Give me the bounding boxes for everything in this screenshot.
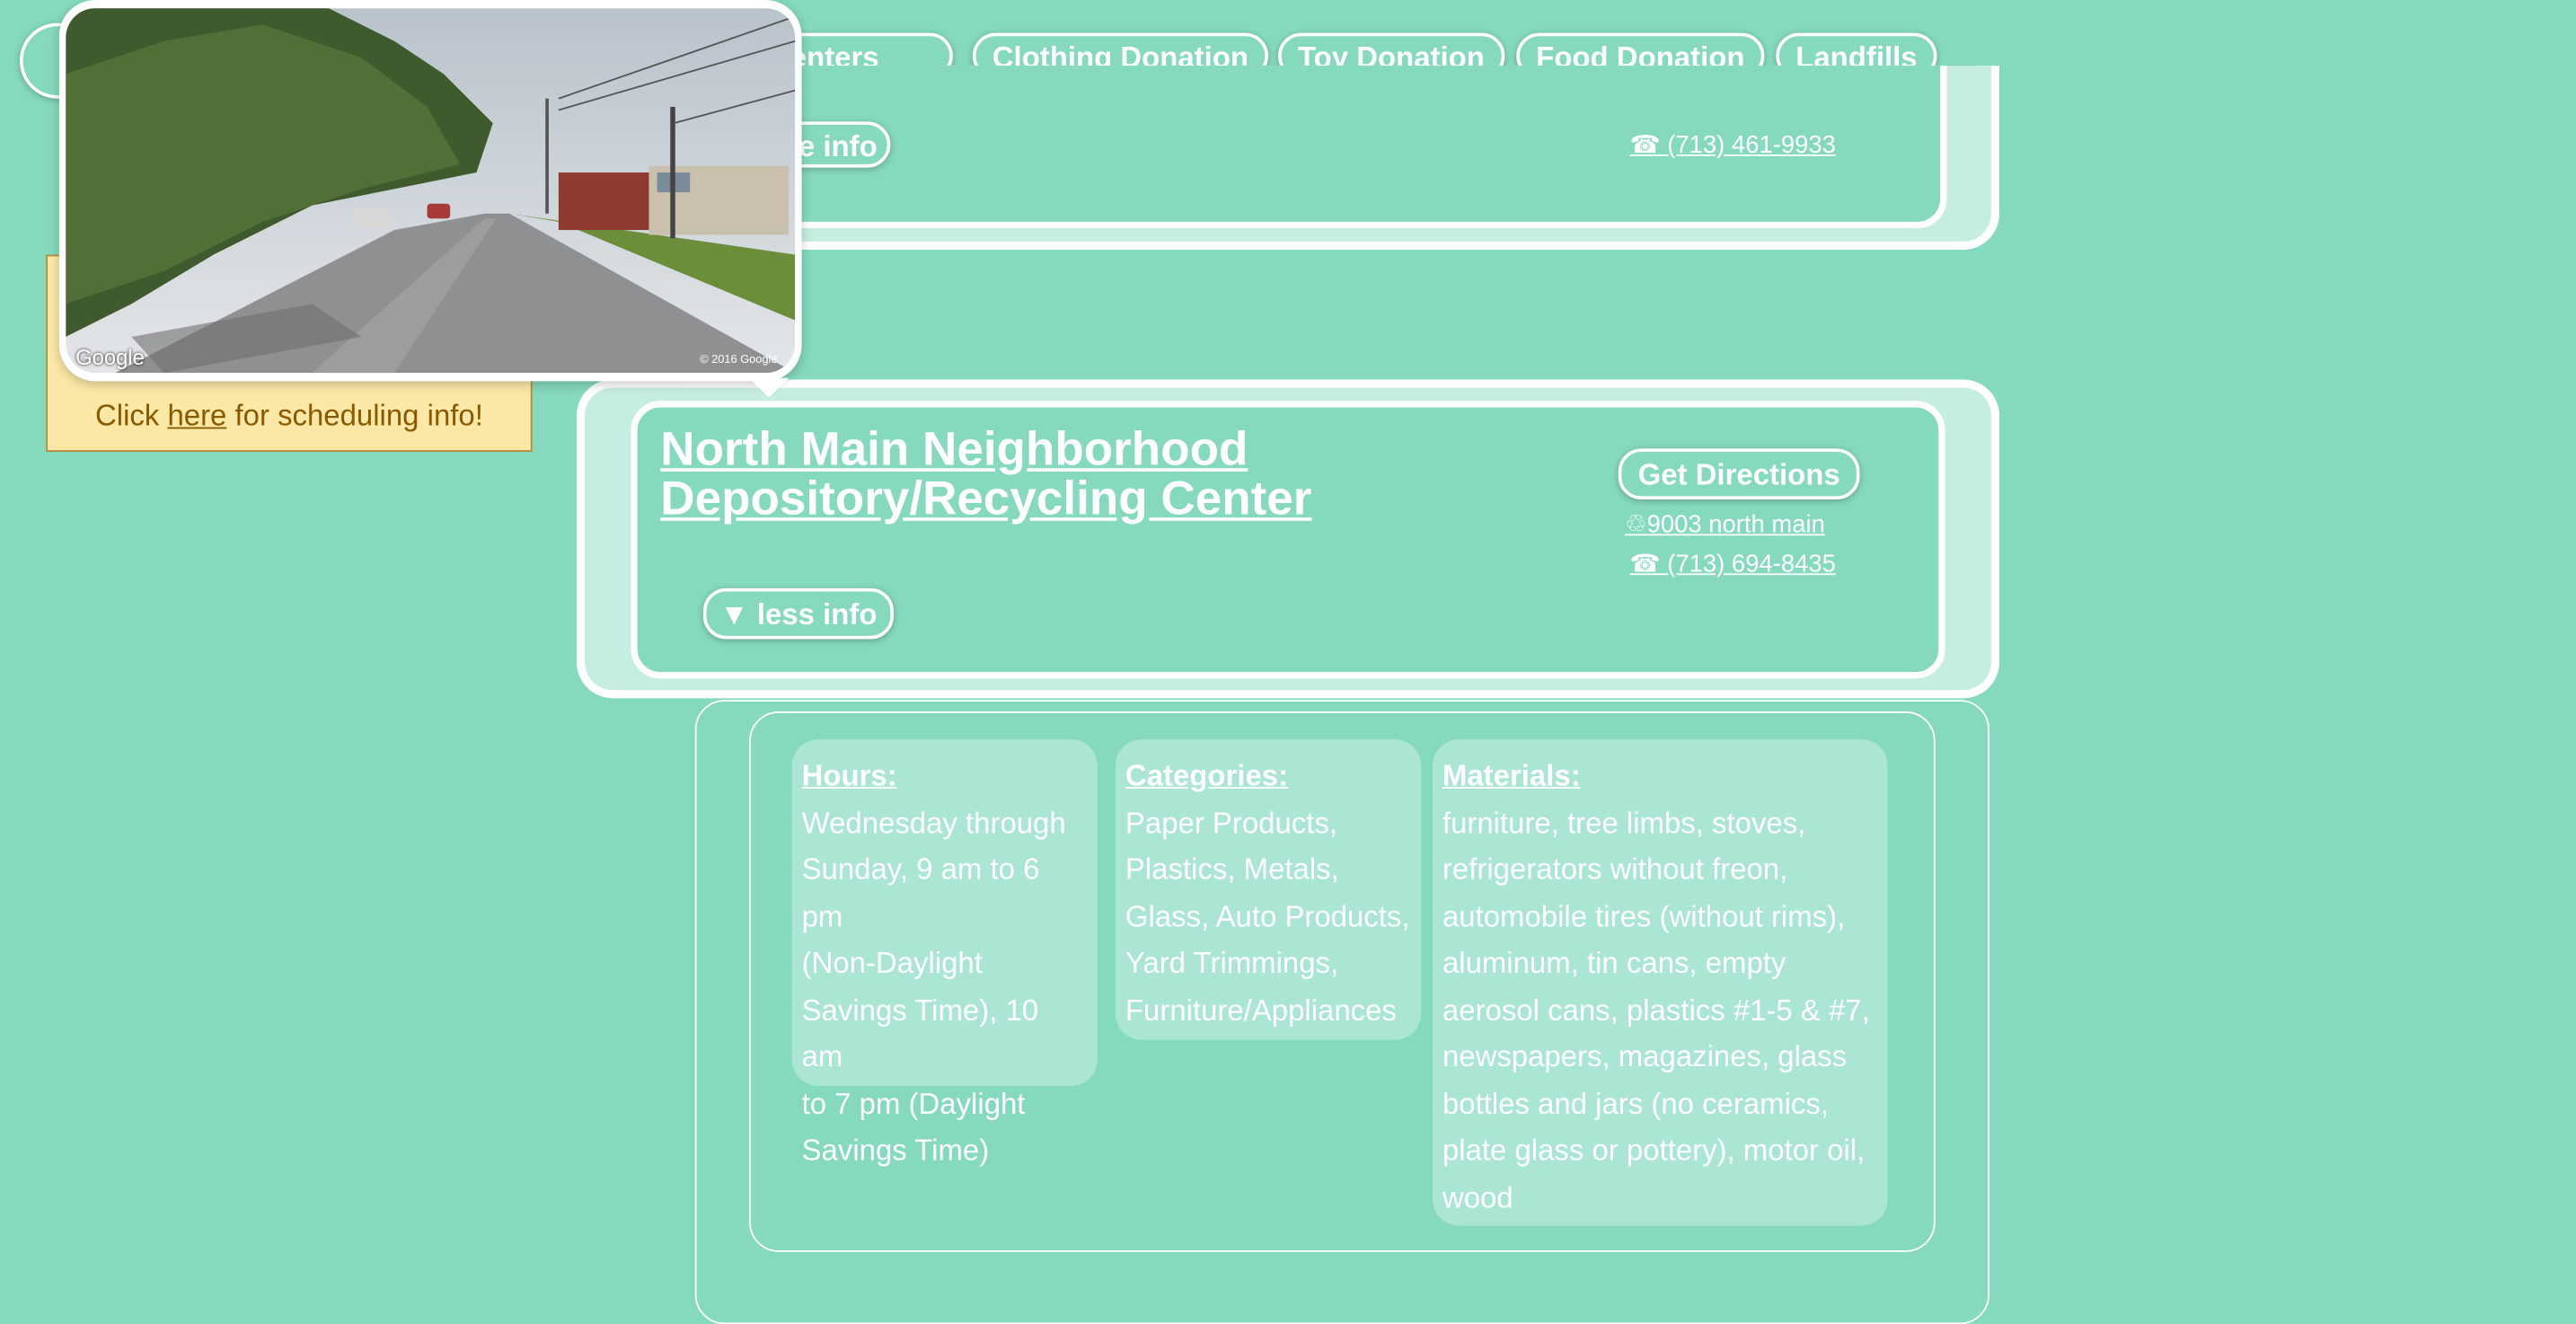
materials-line: plate glass or pottery), motor oil, [1442, 1134, 1866, 1167]
listing-title-line2: Depository/Recycling Center [660, 472, 1312, 526]
materials-box: Materials: furniture, tree limbs, stoves… [1432, 739, 1888, 1226]
categories-box: Categories: Paper Products, Plastics, Me… [1115, 739, 1422, 1040]
get-directions-button[interactable]: Get Directions [1618, 448, 1860, 500]
listing-title-link[interactable]: North Main Neighborhood Depository/Recyc… [660, 426, 1311, 525]
listing-title-line1: North Main Neighborhood [660, 423, 1248, 477]
streetview-google-label: Google [75, 345, 145, 370]
materials-line: wood [1442, 1180, 1513, 1214]
hours-line: Wednesday through [801, 806, 1066, 839]
hours-line: (Non-Daylight [801, 946, 983, 980]
hours-line: Savings Time) [801, 1134, 990, 1167]
phone-link[interactable]: ☎ (713) 694-8435 [1629, 549, 1835, 578]
streetview-image [66, 8, 796, 374]
categories-line: Furniture/Appliances [1125, 993, 1397, 1027]
categories-heading: Categories: [1125, 759, 1289, 792]
schedule-note-prefix: Click [94, 399, 168, 433]
hours-box: Hours: Wednesday through Sunday, 9 am to… [791, 739, 1098, 1167]
streetview-pointer [749, 377, 789, 398]
streetview-copyright: © 2016 Google [700, 355, 778, 366]
hours-line: Sunday, 9 am to 6 pm [801, 852, 1040, 933]
categories-line: Yard Trimmings, [1125, 946, 1339, 980]
materials-line: refrigerators without freon, [1442, 852, 1788, 886]
materials-heading: Materials: [1442, 759, 1581, 792]
categories-line: Plastics, Metals, [1125, 852, 1339, 886]
materials-line: newspapers, magazines, glass [1442, 1039, 1848, 1073]
hours-heading: Hours: [801, 759, 897, 792]
address-link[interactable]: ♲9003 north main [1625, 509, 1825, 539]
schedule-note-text: Click here for scheduling info! [48, 399, 531, 433]
hours-line: Savings Time), 10 am [801, 993, 1039, 1073]
categories-line: Glass, Auto Products, [1125, 899, 1410, 933]
materials-line: automobile tires (without rims), [1442, 899, 1846, 933]
categories-line: Paper Products, [1125, 806, 1338, 839]
less-info-button[interactable]: ▼ less info [702, 587, 894, 640]
prev-phone-link[interactable]: ☎ (713) 461-9933 [1629, 129, 1835, 159]
materials-line: furniture, tree limbs, stoves, [1442, 806, 1806, 839]
schedule-note-suffix: for scheduling info! [226, 399, 483, 433]
materials-line: bottles and jars (no ceramics, [1442, 1086, 1829, 1120]
streetview-popup[interactable]: Google © 2016 Google [58, 0, 802, 398]
materials-line: aluminum, tin cans, empty [1442, 946, 1786, 980]
hours-line: to 7 pm (Daylight [801, 1086, 1026, 1120]
materials-line: aerosol cans, plastics #1-5 & #7, [1442, 993, 1870, 1027]
page-root: g Centers Clothing Donation Toy Donation… [0, 0, 2576, 1324]
schedule-note-link[interactable]: here [167, 399, 226, 432]
